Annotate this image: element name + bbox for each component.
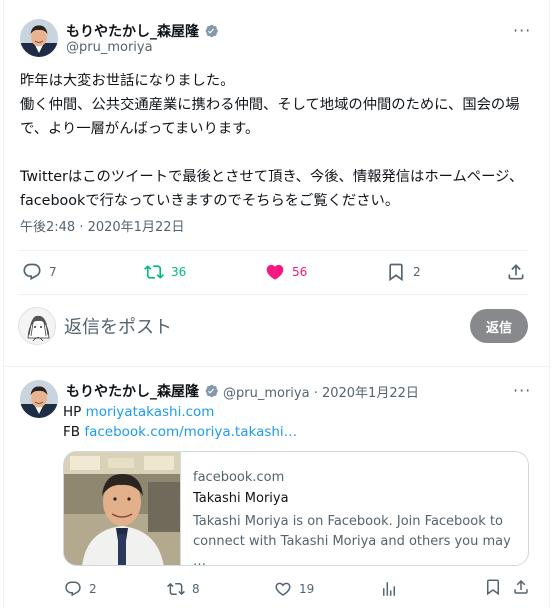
- card-domain: facebook.com: [193, 470, 285, 485]
- card-description: Takashi Moriya is on Facebook. Join Face…: [193, 514, 511, 566]
- retweet-button[interactable]: 8: [167, 578, 200, 600]
- heart-icon: [266, 264, 284, 280]
- share-icon[interactable]: [512, 578, 530, 596]
- like-count: 19: [299, 582, 315, 596]
- tweet-actions: 7 36 56 2: [22, 261, 527, 285]
- bookmark-icon: [389, 263, 403, 282]
- author-name-row[interactable]: もりやたかし_森屋隆: [66, 21, 219, 41]
- tweet-actions: 2 8 19: [64, 578, 504, 600]
- verified-badge-icon: [205, 384, 218, 398]
- retweet-count: 36: [171, 265, 187, 279]
- divider: [4, 366, 549, 367]
- reply-count: 7: [49, 265, 57, 279]
- reply-icon: [65, 581, 81, 597]
- author-name[interactable]: もりやたかし_森屋隆: [66, 21, 199, 41]
- hp-label: HP: [63, 404, 82, 420]
- reply-button[interactable]: 2: [64, 578, 97, 600]
- handle-and-date[interactable]: @pru_moriya · 2020年1月22日: [223, 382, 419, 401]
- like-button[interactable]: 56: [265, 261, 307, 283]
- bookmark-button[interactable]: 2: [386, 261, 421, 283]
- card-text: facebook.com Takashi Moriya Takashi Mori…: [193, 470, 523, 566]
- views-chart-icon: [383, 582, 395, 596]
- tweet-header: もりやたかし_森屋隆 @pru_moriya · 2020年1月22日: [66, 381, 419, 401]
- tweet-line: Twitterはこのツイートで最後とさせて頂き、今後、情報発信はホームページ、f…: [20, 169, 524, 209]
- share-icon: [508, 264, 524, 280]
- author-handle[interactable]: @pru_moriya: [66, 40, 153, 55]
- reply-input[interactable]: 返信をポスト: [64, 313, 172, 339]
- reply-button[interactable]: 7: [22, 261, 57, 283]
- tweet-line: 働く仲間、公共交通産業に携わる仲間、そして地域の仲間のために、国会の場で、より一…: [20, 97, 520, 137]
- fb-label: FB: [63, 424, 81, 440]
- retweet-count: 8: [192, 582, 200, 596]
- views-button[interactable]: [380, 578, 398, 600]
- author-avatar[interactable]: [20, 380, 58, 418]
- author-avatar[interactable]: [20, 19, 58, 57]
- link-card[interactable]: facebook.com Takashi Moriya Takashi Mori…: [63, 451, 529, 566]
- fb-line: FB facebook.com/moriya.takashi…: [63, 424, 297, 440]
- verified-badge-icon: [205, 24, 218, 38]
- hp-link[interactable]: moriyatakashi.com: [86, 404, 215, 420]
- hp-line: HP moriyatakashi.com: [63, 404, 214, 420]
- more-dots-icon[interactable]: ···: [513, 23, 531, 39]
- like-button[interactable]: 19: [274, 578, 314, 600]
- bookmark-count: 2: [413, 265, 421, 279]
- divider: [18, 250, 529, 251]
- tweet-line: 昨年は大変お世話になりました。: [20, 73, 235, 89]
- retweet-icon: [167, 582, 185, 596]
- heart-icon: [275, 582, 291, 596]
- share-button[interactable]: [506, 261, 526, 283]
- retweet-icon: [144, 265, 164, 279]
- card-title: Takashi Moriya: [193, 491, 289, 506]
- tweet-timestamp[interactable]: 午後2:48 · 2020年1月22日: [20, 216, 185, 235]
- tweet-line: [20, 141, 535, 165]
- card-thumbnail: [64, 452, 181, 565]
- reply-count: 2: [89, 582, 97, 596]
- author-name[interactable]: もりやたかし_森屋隆: [66, 381, 199, 401]
- tweet-text: 昨年は大変お世話になりました。 働く仲間、公共交通産業に携わる仲間、そして地域の…: [20, 69, 535, 213]
- bookmark-icon[interactable]: [484, 578, 502, 596]
- reply-submit-button[interactable]: 返信: [470, 309, 528, 343]
- fb-link[interactable]: facebook.com/moriya.takashi…: [84, 424, 297, 440]
- more-dots-icon[interactable]: ···: [513, 383, 531, 399]
- divider: [18, 294, 529, 295]
- viewer-avatar[interactable]: [18, 307, 56, 345]
- like-count: 56: [292, 265, 308, 279]
- reply-icon: [23, 263, 41, 281]
- retweet-button[interactable]: 36: [144, 261, 186, 283]
